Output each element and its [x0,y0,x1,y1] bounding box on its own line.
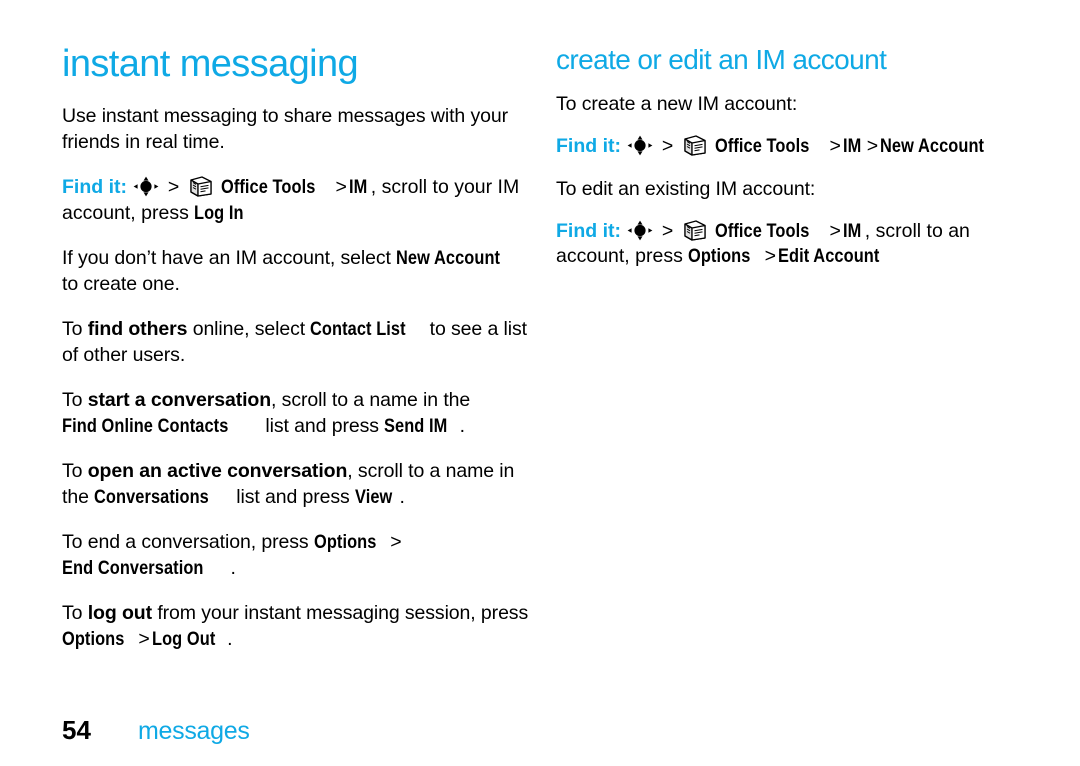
text-post: . [459,414,465,437]
office-tools-icon [683,134,707,156]
ui-new-account: New Account [396,247,501,269]
navigation-key-icon [133,176,159,197]
lead-create-account: To create a new IM account: [556,93,798,115]
intro-paragraph: Use instant messaging to share messages … [62,105,508,153]
menu-office-tools: Office Tools [221,176,316,198]
text-pre: To [62,602,88,624]
breadcrumb-separator: > [138,627,150,650]
left-column: instant messaging Use instant messaging … [62,30,530,652]
breadcrumb-separator-2: > [829,219,841,242]
paragraph-find-others: To find others online, select Contact Li… [62,317,530,368]
menu-new-account: New Account [880,134,985,157]
ui-view: View [355,485,393,508]
ui-options: Options [688,245,751,267]
ui-end-conversation: End Conversation [62,556,204,579]
emphasis-log-out: log out [87,602,152,624]
breadcrumb-separator: > [167,176,180,198]
menu-office-tools: Office Tools [715,134,810,157]
paragraph-log-out: To log out from your instant messaging s… [62,601,530,652]
emphasis-find-others: find others [87,318,188,340]
menu-im: IM [842,134,862,157]
text-mid-2: list and press [230,485,356,508]
section-title-create-edit-account: create or edit an IM account [556,44,887,75]
page-title: instant messaging [62,43,359,85]
breadcrumb-separator-2: > [829,134,841,157]
office-tools-icon [189,176,213,197]
ui-edit-account: Edit Account [777,245,880,267]
ui-options: Options [313,531,377,553]
find-it-edit-account: Find it: > Office Tools > IM , scroll to… [556,219,1026,270]
paragraph-new-account: If you don’t have an IM account, select … [62,246,530,297]
ui-conversations: Conversations [94,485,210,508]
text-pre: To [62,318,88,340]
text-pre: To [62,460,88,482]
text-pre: To [62,389,88,411]
text-mid-2: list and press [260,414,385,437]
office-tools-icon [683,219,707,241]
navigation-key-icon [627,135,653,156]
text-pre: To end a conversation, press [62,531,314,553]
text-mid: from your instant messaging session, pre… [152,602,529,624]
breadcrumb-separator: > [661,219,674,242]
breadcrumb-separator: > [661,134,674,157]
manual-page: instant messaging Use instant messaging … [0,0,1080,766]
text-pre: If you don’t have an IM account, select [62,247,397,269]
emphasis-start-conversation: start a conversation [87,389,272,411]
text-mid: online, select [187,318,311,340]
breadcrumb-separator: > [390,531,402,553]
ui-log-out: Log Out [151,627,216,650]
navigation-key-icon [627,220,653,241]
chapter-name: messages [138,717,250,745]
lead-edit-account: To edit an existing IM account: [556,178,816,200]
menu-office-tools: Office Tools [715,219,810,242]
ui-options: Options [62,627,125,650]
page-number: 54 [62,715,91,745]
find-it-log-in: Find it: > Office Tools > IM , scroll to… [62,175,530,226]
find-it-label: Find it: [556,219,621,242]
text-post: . [399,485,405,508]
breadcrumb-separator-3: > [764,245,776,267]
ui-send-im: Send IM [384,414,448,437]
breadcrumb-separator-2: > [335,176,347,198]
paragraph-end-conversation: To end a conversation, press Options > End… [62,530,530,581]
action-log-in: Log In [194,201,244,224]
menu-im: IM [842,219,862,242]
find-it-label: Find it: [556,134,621,157]
text-mid: , scroll to a name in the [271,389,471,411]
ui-contact-list: Contact List [310,318,407,340]
page-footer: 54 messages [62,715,250,746]
text-post: . [230,556,236,579]
breadcrumb-separator-3: > [866,134,879,157]
emphasis-open-conversation: open an active conversation [87,460,348,482]
find-it-new-account: Find it: > Office Tools > IM > New Accou… [556,134,1026,160]
paragraph-open-conversation: To open an active conversation, scroll t… [62,459,530,510]
menu-im: IM [348,176,368,198]
find-it-label: Find it: [62,176,127,198]
text-post: . [227,627,233,650]
text-post: to create one. [62,272,180,295]
paragraph-start-conversation: To start a conversation, scroll to a nam… [62,388,530,439]
right-column: create or edit an IM account To create a… [556,30,1026,270]
ui-find-online-contacts: Find Online Contacts [62,414,229,437]
